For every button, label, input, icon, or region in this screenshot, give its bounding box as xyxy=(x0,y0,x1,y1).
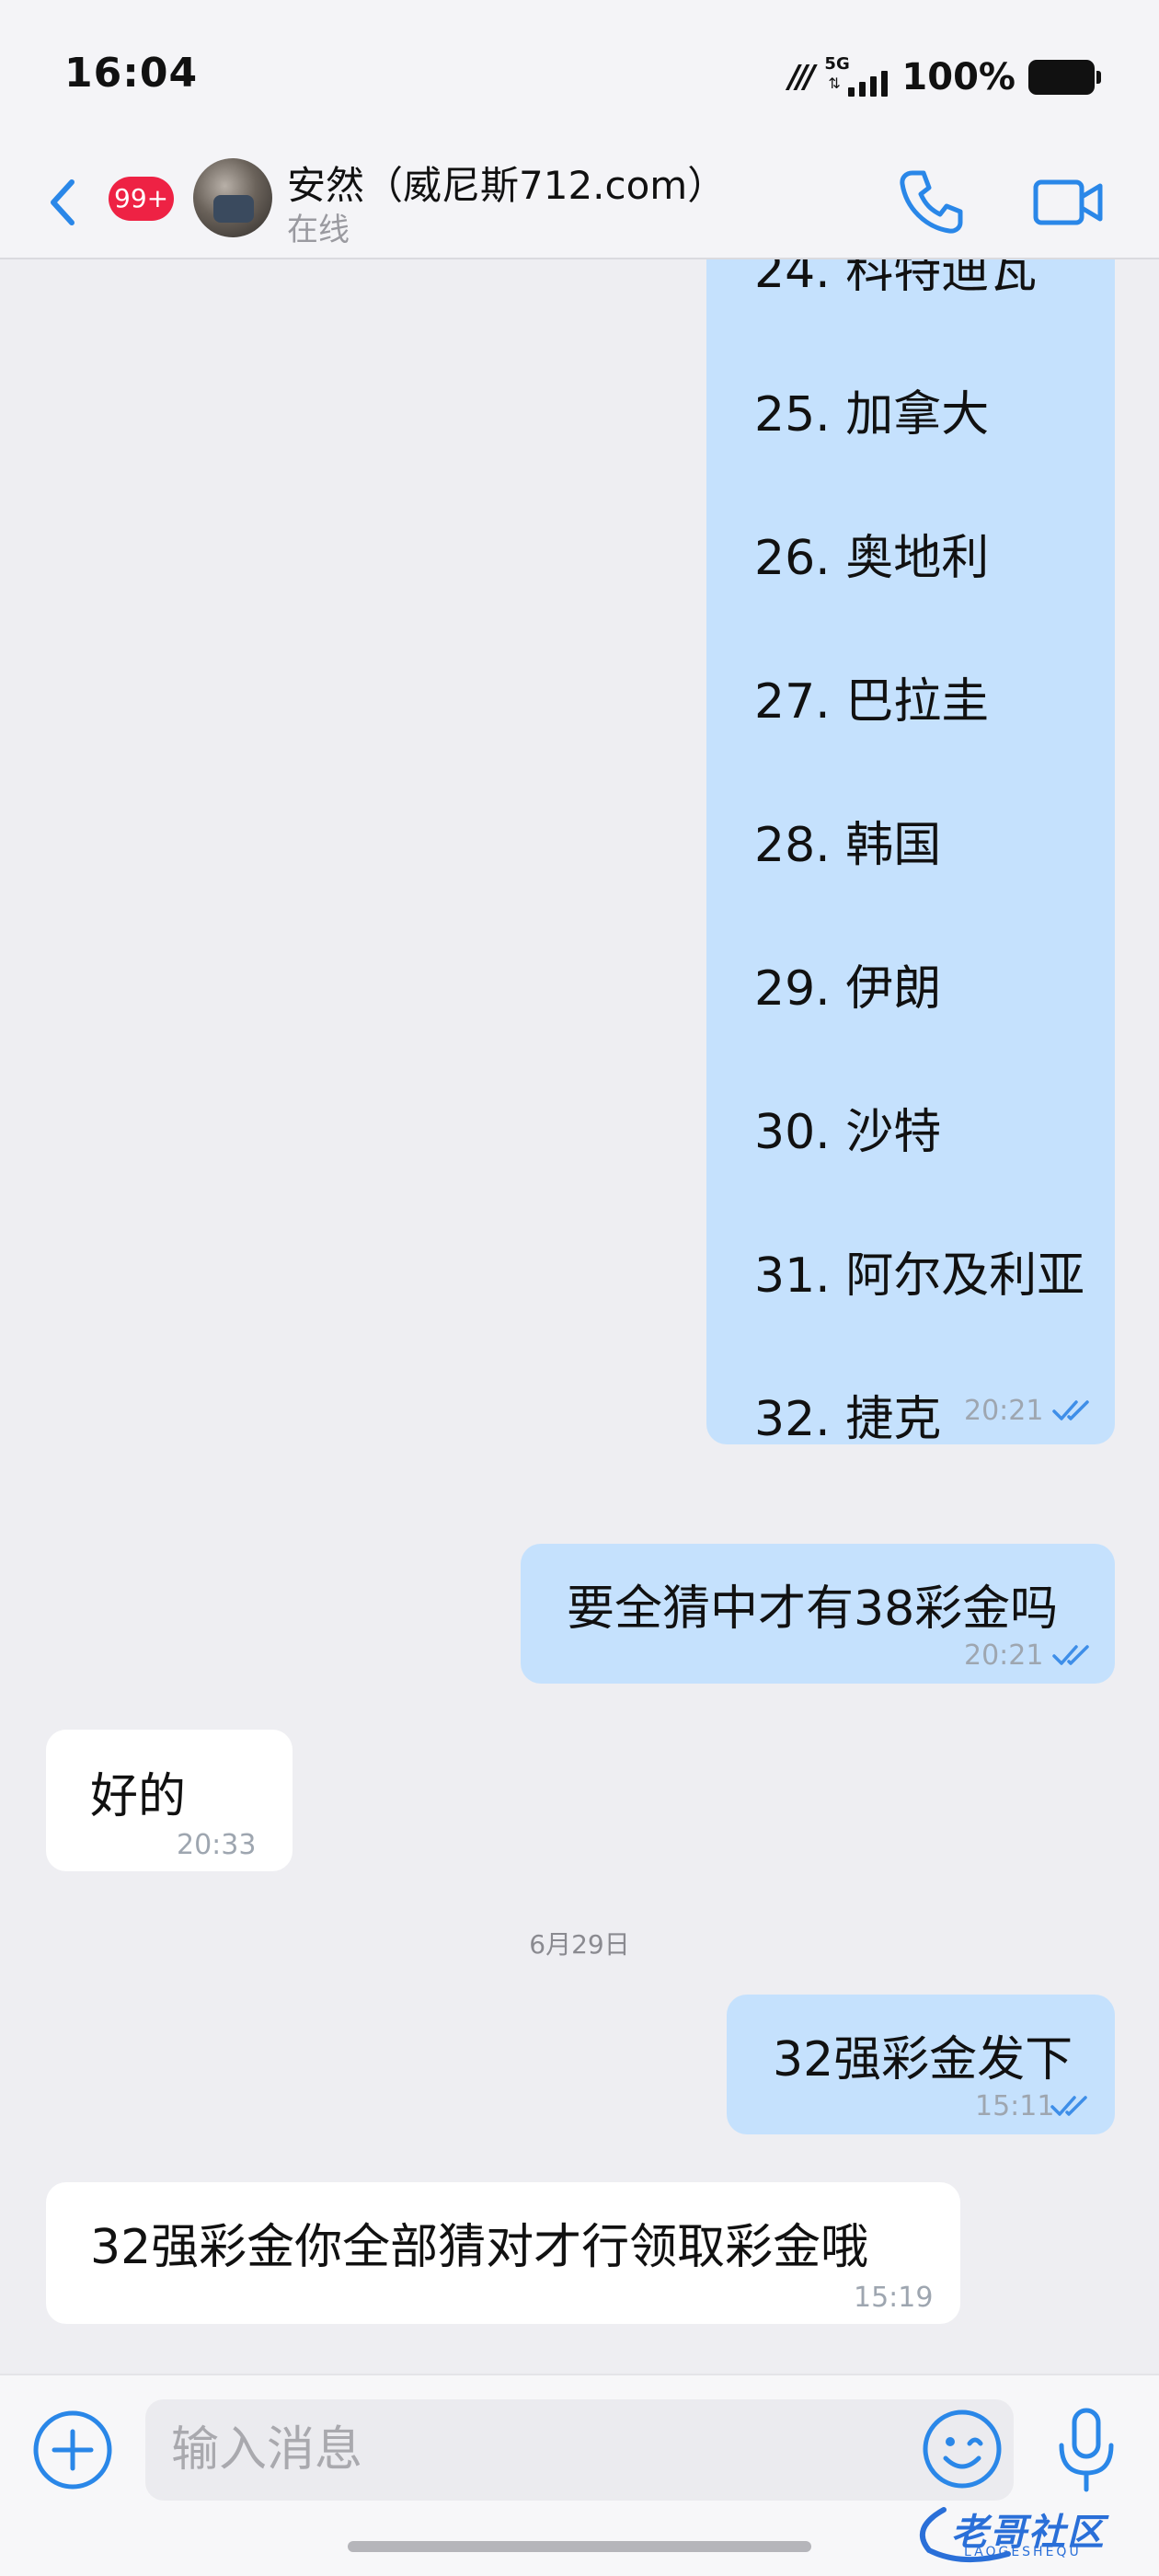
list-item: 31. 阿尔及利亚 xyxy=(754,1248,1085,1304)
message-bubble-list[interactable]: 24. 科特迪瓦 25. 加拿大 26. 奥地利 27. 巴拉圭 28. 韩国 … xyxy=(706,259,1115,1447)
read-receipt-icon xyxy=(1052,1400,1089,1420)
add-button[interactable] xyxy=(31,2409,114,2491)
message-text: 32强彩金你全部猜对才行领取彩金哦 xyxy=(90,2220,869,2275)
video-call-icon xyxy=(1033,179,1103,225)
microphone-icon xyxy=(1059,2408,1114,2492)
video-call-button[interactable] xyxy=(1032,167,1106,237)
list-item: 30. 沙特 xyxy=(754,1105,942,1160)
phone-icon xyxy=(900,170,963,234)
microphone-button[interactable] xyxy=(1052,2405,1120,2497)
back-button[interactable] xyxy=(40,166,86,239)
message-time: 15:11 xyxy=(975,2090,1055,2122)
message-input[interactable] xyxy=(145,2399,1014,2501)
message-bubble-outgoing[interactable]: 要全猜中才有38彩金吗 20:21 xyxy=(521,1544,1115,1684)
status-time: 16:04 xyxy=(64,50,199,97)
emoji-icon xyxy=(923,2409,1002,2489)
list-item: 25. 加拿大 xyxy=(754,387,990,443)
back-icon xyxy=(51,179,75,225)
message-bubble-incoming[interactable]: 32强彩金你全部猜对才行领取彩金哦 15:19 xyxy=(46,2182,960,2324)
message-text: 32强彩金发下 xyxy=(773,2032,1073,2087)
contact-status: 在线 xyxy=(287,212,350,248)
battery-percent: 100% xyxy=(901,56,1016,98)
message-time: 20:21 xyxy=(964,1395,1044,1427)
list-item: 24. 科特迪瓦 xyxy=(754,259,1038,299)
status-bar: 16:04 /// 5G ⇅ 100% xyxy=(0,0,1159,147)
contact-name[interactable]: 安然（威尼斯712.com） xyxy=(287,155,726,211)
message-bubble-incoming[interactable]: 好的 20:33 xyxy=(46,1730,293,1871)
message-time: 20:21 xyxy=(964,1639,1044,1672)
read-receipt-icon xyxy=(1050,2096,1087,2116)
list-item: 28. 韩国 xyxy=(754,818,942,873)
list-item: 27. 巴拉圭 xyxy=(754,674,990,730)
list-item: 32. 捷克 xyxy=(754,1392,942,1447)
battery-icon xyxy=(1028,60,1101,95)
list-item: 26. 奥地利 xyxy=(754,531,990,586)
watermark-subtext: LAOGESHEQU xyxy=(964,2545,1082,2559)
message-time: 20:33 xyxy=(177,1829,257,1861)
call-button[interactable] xyxy=(894,164,970,239)
emoji-button[interactable] xyxy=(920,2407,1004,2491)
message-text: 要全猜中才有38彩金吗 xyxy=(567,1581,1059,1637)
chat-messages[interactable]: 24. 科特迪瓦 25. 加拿大 26. 奥地利 27. 巴拉圭 28. 韩国 … xyxy=(0,259,1159,2374)
avatar[interactable] xyxy=(193,158,272,237)
status-indicators: /// 5G ⇅ 100% xyxy=(788,52,1101,103)
chat-header: 99+ 安然（威尼斯712.com） 在线 xyxy=(0,147,1159,259)
add-icon xyxy=(33,2410,112,2490)
signal-bars xyxy=(848,71,889,97)
message-time: 15:19 xyxy=(854,2282,934,2314)
carrier-icon: /// xyxy=(788,59,815,96)
message-text: 好的 xyxy=(90,1769,187,1824)
network-type: 5G xyxy=(824,54,850,74)
home-indicator xyxy=(348,2541,811,2552)
data-arrows-icon: ⇅ xyxy=(828,75,841,92)
signal-icon: 5G ⇅ xyxy=(824,54,889,98)
watermark-logo: 老哥社区 LAOGESHEQU xyxy=(907,2501,1148,2565)
message-bubble-outgoing[interactable]: 32强彩金发下 15:11 xyxy=(727,1995,1115,2134)
unread-badge[interactable]: 99+ xyxy=(109,177,175,221)
date-separator: 6月29日 xyxy=(529,1929,630,1960)
list-item: 29. 伊朗 xyxy=(754,961,942,1017)
read-receipt-icon xyxy=(1052,1645,1089,1665)
